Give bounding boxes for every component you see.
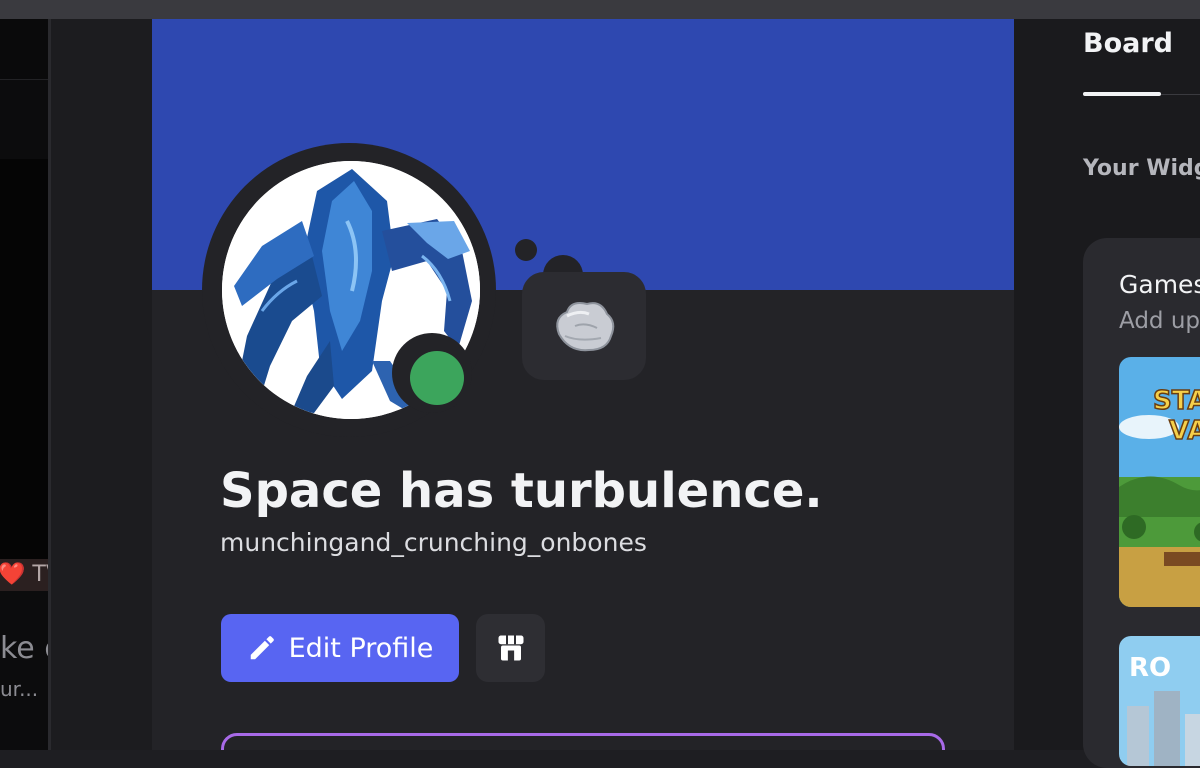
profile-username: munchingand_crunching_onbones	[220, 528, 647, 557]
custom-status-bubble[interactable]	[522, 272, 646, 380]
svg-text:STA: STA	[1153, 386, 1200, 416]
profile-card-outline[interactable]	[221, 733, 945, 750]
left-panel-text-subline: ur...	[0, 677, 39, 701]
left-panel: ❤️ TV ke c ur...	[0, 19, 61, 750]
roblox-game-tile: RO	[1119, 636, 1200, 766]
active-tab-indicator	[1083, 92, 1161, 96]
game-tile-stardew[interactable]: STA VA	[1119, 357, 1200, 607]
tab-divider	[1161, 94, 1200, 95]
profile-display-name: Space has turbulence.	[220, 463, 823, 519]
edit-profile-label: Edit Profile	[288, 632, 434, 664]
left-panel-media	[0, 159, 48, 589]
thought-bubble-dot-small	[515, 239, 537, 261]
shop-icon	[498, 635, 523, 661]
edit-profile-button[interactable]: Edit Profile	[221, 614, 459, 682]
games-widget-subtitle: Add up	[1119, 308, 1200, 334]
stardew-game-tile: STA VA	[1119, 357, 1200, 607]
games-widget-title: Games	[1119, 270, 1200, 299]
tab-board[interactable]: Board	[1083, 28, 1173, 59]
gutter	[51, 19, 152, 750]
game-tile-roblox[interactable]: RO	[1119, 636, 1200, 766]
pencil-icon	[250, 636, 274, 660]
widgets-heading: Your Widge	[1083, 156, 1200, 181]
shop-button[interactable]	[476, 614, 545, 682]
svg-text:VA: VA	[1169, 416, 1200, 446]
left-panel-header	[0, 19, 48, 80]
svg-text:RO: RO	[1129, 653, 1171, 683]
online-status-icon	[410, 351, 464, 405]
window-top-bar	[0, 0, 1200, 19]
rock-emoji-icon	[556, 302, 615, 352]
left-panel-tv-item[interactable]: ❤️ TV	[0, 559, 61, 591]
profile-panel: Space has turbulence. munchingand_crunch…	[152, 19, 1014, 750]
